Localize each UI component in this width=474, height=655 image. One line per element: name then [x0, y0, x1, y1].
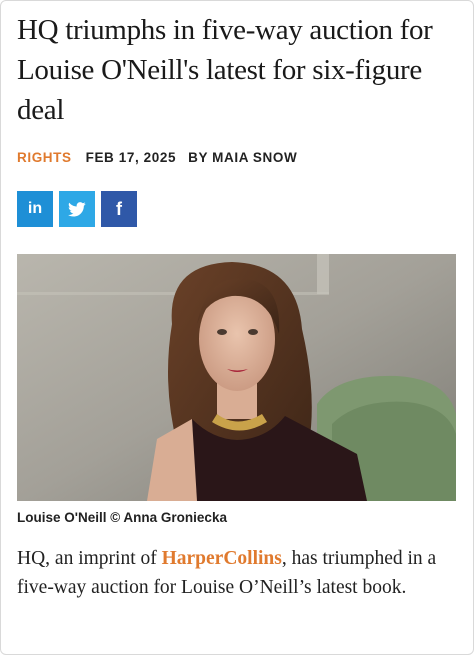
share-buttons: in f	[17, 191, 457, 227]
twitter-bird-icon	[68, 201, 86, 217]
facebook-share-button[interactable]: f	[101, 191, 137, 227]
harpercollins-link[interactable]: HarperCollins	[162, 548, 282, 569]
twitter-share-button[interactable]	[59, 191, 95, 227]
author-byline[interactable]: BY MAIA SNOW	[188, 150, 297, 165]
portrait-illustration	[17, 254, 456, 501]
author-photo	[17, 254, 456, 501]
linkedin-share-button[interactable]: in	[17, 191, 53, 227]
image-caption: Louise O'Neill © Anna Groniecka	[17, 510, 227, 525]
article-lede: HQ, an imprint of HarperCollins, has tri…	[17, 544, 457, 602]
publish-date: FEB 17, 2025	[85, 149, 177, 165]
linkedin-icon: in	[27, 200, 43, 217]
category-link[interactable]: RIGHTS	[17, 150, 72, 165]
article: HQ triumphs in five-way auction for Loui…	[17, 10, 457, 227]
article-meta: RIGHTS FEB 17, 2025 BY MAIA SNOW	[17, 147, 457, 167]
facebook-icon: f	[116, 198, 122, 219]
article-headline: HQ triumphs in five-way auction for Loui…	[17, 14, 433, 126]
lede-text-start: HQ, an imprint of	[17, 548, 162, 569]
